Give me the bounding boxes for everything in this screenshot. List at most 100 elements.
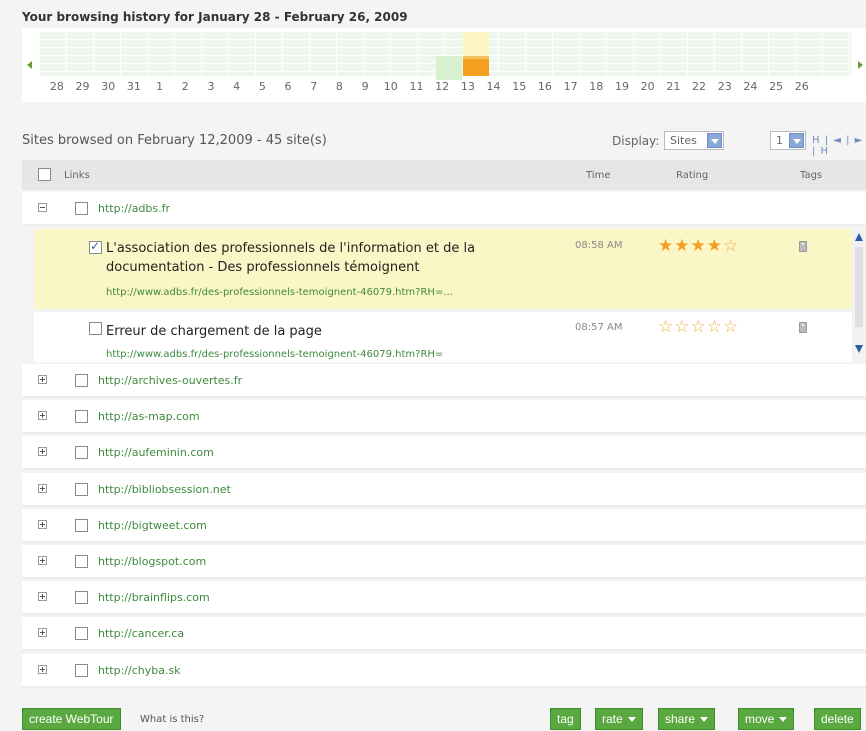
history-day-label[interactable]: 23 <box>712 80 738 93</box>
selected-day-bar[interactable] <box>463 56 489 76</box>
site-row[interactable]: http://chyba.sk <box>22 653 866 688</box>
history-day-label[interactable]: 5 <box>250 80 276 93</box>
star-filled-icons[interactable]: ★★★★ <box>658 236 723 256</box>
scroll-thumb[interactable] <box>855 247 863 327</box>
page-select[interactable]: 1 <box>770 131 806 150</box>
site-checkbox[interactable] <box>75 555 88 568</box>
entry-checkbox[interactable] <box>89 239 102 254</box>
entry-rating[interactable]: ★★★★☆ <box>658 236 739 256</box>
site-link[interactable]: http://chyba.sk <box>98 664 181 677</box>
site-link[interactable]: http://brainflips.com <box>98 591 210 604</box>
entry-url[interactable]: http://www.adbs.fr/des-professionnels-te… <box>106 287 453 298</box>
collapse-icon[interactable] <box>38 203 47 212</box>
history-entry[interactable]: Erreur de chargement de la page http://w… <box>34 312 852 362</box>
star-empty-icons[interactable]: ☆ <box>723 236 739 256</box>
site-row[interactable]: http://aufeminin.com <box>22 436 866 471</box>
site-checkbox[interactable] <box>75 591 88 605</box>
site-checkbox[interactable] <box>75 482 88 496</box>
history-day-label[interactable]: 6 <box>275 80 301 93</box>
delete-button[interactable]: delete <box>814 708 861 730</box>
site-link[interactable]: http://cancer.ca <box>98 627 184 640</box>
site-link[interactable]: http://aufeminin.com <box>98 446 214 459</box>
history-day-label[interactable]: 18 <box>583 80 609 93</box>
site-checkbox[interactable] <box>75 446 88 460</box>
history-day-label[interactable]: 12 <box>429 80 455 93</box>
site-link[interactable]: http://adbs.fr <box>98 202 170 215</box>
history-day-label[interactable]: 19 <box>609 80 635 93</box>
expand-icon[interactable] <box>38 556 47 565</box>
history-day-label[interactable]: 31 <box>121 80 147 93</box>
history-day-label[interactable]: 9 <box>352 80 378 93</box>
share-button[interactable]: share <box>658 708 716 730</box>
tag-icon[interactable] <box>799 322 807 333</box>
history-entry[interactable]: L'association des professionnels de l'in… <box>34 229 852 309</box>
history-day-label[interactable]: 25 <box>763 80 789 93</box>
history-day-label[interactable]: 29 <box>70 80 96 93</box>
site-link[interactable]: http://archives-ouvertes.fr <box>98 374 242 387</box>
history-day-label[interactable]: 22 <box>686 80 712 93</box>
site-row[interactable]: http://blogspot.com <box>22 545 866 579</box>
site-row[interactable]: http://cancer.ca <box>22 617 866 652</box>
rate-button[interactable]: rate <box>595 708 643 730</box>
site-link[interactable]: http://as-map.com <box>98 410 200 423</box>
day-11-bar[interactable] <box>436 56 462 80</box>
history-prev-arrow-icon[interactable] <box>27 61 32 69</box>
history-day-label[interactable]: 7 <box>301 80 327 93</box>
entry-url[interactable]: http://www.adbs.fr/des-professionnels-te… <box>106 349 443 360</box>
site-checkbox[interactable] <box>75 663 88 677</box>
site-row[interactable]: http://brainflips.com <box>22 581 866 616</box>
entry-title[interactable]: Erreur de chargement de la page <box>106 322 536 341</box>
display-select[interactable]: Sites <box>664 131 724 150</box>
site-link[interactable]: http://bigtweet.com <box>98 519 207 532</box>
expand-icon[interactable] <box>38 592 47 602</box>
history-next-arrow-icon[interactable] <box>858 61 863 69</box>
history-day-label[interactable]: 14 <box>481 80 507 93</box>
history-day-label[interactable]: 21 <box>661 80 687 93</box>
expand-icon[interactable] <box>38 447 47 457</box>
history-day-label[interactable]: 1 <box>147 80 173 93</box>
history-day-label[interactable]: 10 <box>378 80 404 93</box>
move-button[interactable]: move <box>738 708 795 730</box>
site-row[interactable]: http://bigtweet.com <box>22 508 866 543</box>
history-day-label[interactable]: 30 <box>95 80 121 93</box>
site-row[interactable]: http://as-map.com <box>22 400 866 435</box>
history-day-label[interactable]: 3 <box>198 80 224 93</box>
expand-icon[interactable] <box>38 628 47 638</box>
expand-icon[interactable] <box>38 519 47 529</box>
history-day-label[interactable]: 17 <box>558 80 584 93</box>
expand-icon[interactable] <box>38 375 47 384</box>
entries-scrollbar[interactable] <box>852 229 866 363</box>
star-empty-icons[interactable]: ☆☆☆☆☆ <box>658 317 739 337</box>
entry-checkbox[interactable] <box>89 322 102 335</box>
site-checkbox[interactable] <box>75 202 88 215</box>
expand-icon[interactable] <box>38 483 47 493</box>
history-day-label[interactable]: 16 <box>532 80 558 93</box>
history-day-label[interactable]: 8 <box>327 80 353 93</box>
select-all-checkbox[interactable] <box>38 168 51 181</box>
entry-rating[interactable]: ☆☆☆☆☆ <box>658 317 739 337</box>
history-day-label[interactable]: 20 <box>635 80 661 93</box>
what-is-this-link[interactable]: What is this? <box>140 714 204 725</box>
scroll-down-arrow-icon[interactable] <box>855 345 863 353</box>
pager-navigation[interactable]: H | ◄ | ► | H <box>812 135 866 157</box>
tag-icon[interactable] <box>799 241 807 252</box>
history-day-label[interactable]: 13 <box>455 80 481 93</box>
site-row-expanded[interactable]: http://adbs.fr <box>22 192 866 226</box>
site-link[interactable]: http://bibliobsession.net <box>98 483 231 496</box>
history-day-label[interactable]: 15 <box>506 80 532 93</box>
expand-icon[interactable] <box>38 411 47 421</box>
entry-title[interactable]: L'association des professionnels de l'in… <box>106 239 536 277</box>
site-row[interactable]: http://archives-ouvertes.fr <box>22 364 866 398</box>
site-checkbox[interactable] <box>75 410 88 424</box>
scroll-up-arrow-icon[interactable] <box>855 233 863 241</box>
site-checkbox[interactable] <box>75 518 88 532</box>
history-day-label[interactable]: 26 <box>789 80 815 93</box>
history-day-label[interactable]: 11 <box>404 80 430 93</box>
site-link[interactable]: http://blogspot.com <box>98 555 206 568</box>
site-row[interactable]: http://bibliobsession.net <box>22 472 866 507</box>
history-day-label[interactable]: 24 <box>738 80 764 93</box>
history-day-label[interactable]: 2 <box>172 80 198 93</box>
site-checkbox[interactable] <box>75 374 88 387</box>
history-day-label[interactable]: 4 <box>224 80 250 93</box>
site-checkbox[interactable] <box>75 627 88 641</box>
